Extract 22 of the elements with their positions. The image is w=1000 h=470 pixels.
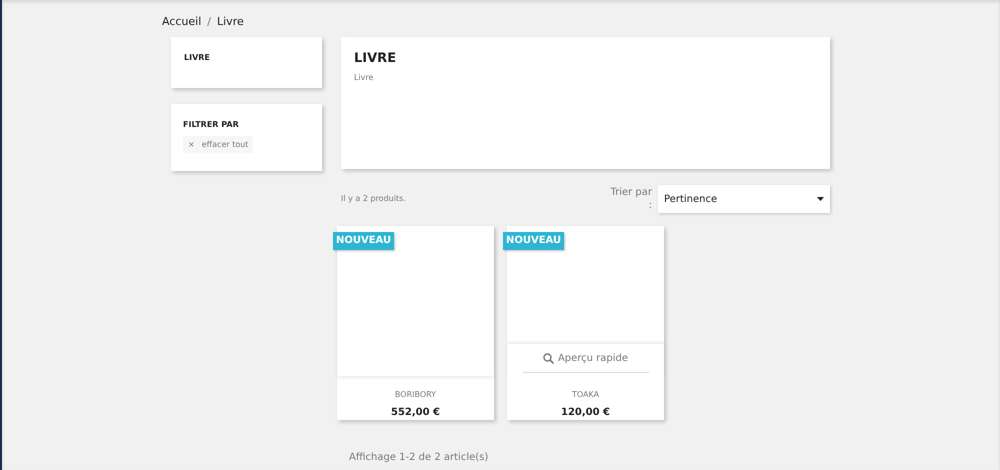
clear-all-button[interactable]: × effacer tout xyxy=(183,136,254,153)
new-badge: NOUVEAU xyxy=(333,232,394,250)
product-name[interactable]: BORIBORY xyxy=(394,389,436,401)
breadcrumb-link[interactable]: Livre xyxy=(217,14,244,30)
breadcrumb-link[interactable]: Accueil xyxy=(162,14,202,30)
caret-icon xyxy=(817,197,824,201)
sort-dropdown[interactable]: Pertinence xyxy=(658,185,830,213)
filter-heading: FILTRER PAR xyxy=(183,119,240,131)
breadcrumb-separator: / xyxy=(207,14,211,30)
product-name[interactable]: TOAKA xyxy=(572,389,600,401)
search-icon xyxy=(542,352,554,364)
category-title: LIVRE xyxy=(354,50,398,68)
category-heading: LIVRE xyxy=(184,52,211,64)
new-badge: NOUVEAU xyxy=(503,232,564,250)
quick-view-button[interactable]: Aperçu rapide xyxy=(542,344,628,372)
products-count: Il y a 2 produits. xyxy=(341,193,406,205)
sort-label: Trier par : xyxy=(609,186,652,212)
pagination-summary: Affichage 1-2 de 2 article(s) xyxy=(349,451,490,465)
category-description: Livre xyxy=(354,72,374,84)
close-icon: × xyxy=(188,138,195,150)
product-price: 120,00 € xyxy=(560,406,610,420)
product-price: 552,00 € xyxy=(390,406,440,420)
